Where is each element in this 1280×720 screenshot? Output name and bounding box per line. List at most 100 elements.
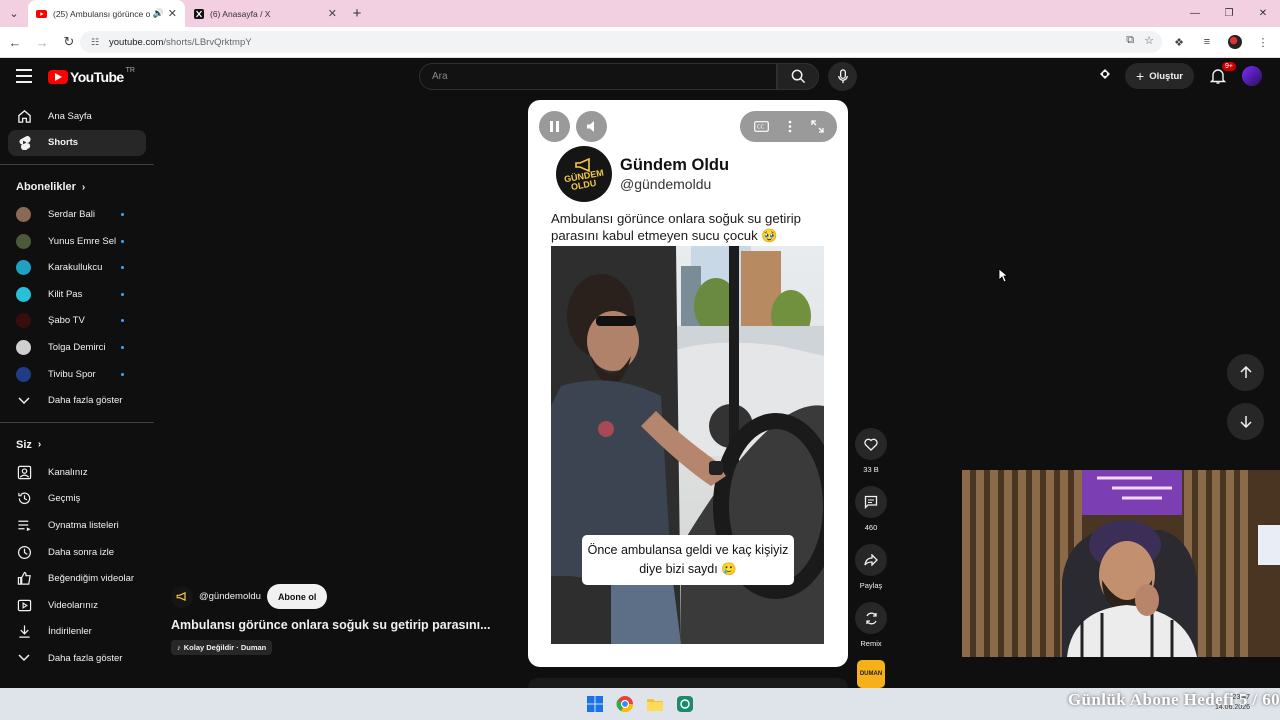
- sidebar-subscription-item[interactable]: Tolga Demirci: [8, 334, 146, 361]
- sidebar-subscription-item[interactable]: Şabo TV: [8, 308, 146, 335]
- short-title[interactable]: Ambulansı görünce onlara soğuk su getiri…: [171, 618, 501, 632]
- channel-name[interactable]: @gündemoldu: [199, 591, 261, 602]
- new-tab-button[interactable]: +: [345, 0, 369, 27]
- sidebar-subscription-item[interactable]: Yunus Emre Sel: [8, 228, 146, 255]
- sidebar-item-label: Kanalınız: [48, 466, 88, 478]
- browser-toolbar: ← → ↻ ☷ youtube.com/shorts/LBrvQrktmpY ⧉…: [0, 27, 1280, 58]
- youtube-play-icon: [48, 70, 68, 84]
- shorts-player[interactable]: CC GÜNDEM OLDU Gündem Oldu @gündemoldu A…: [528, 100, 848, 667]
- bookmark-star-icon[interactable]: ☆: [1144, 34, 1154, 47]
- media-control-icon[interactable]: ≡: [1196, 31, 1218, 53]
- pause-button[interactable]: [539, 111, 570, 142]
- caption-line1: Önce ambulansa geldi ve kaç kişiyiz: [587, 543, 789, 557]
- volume-button[interactable]: [576, 111, 607, 142]
- you-heading[interactable]: Siz ›: [0, 431, 154, 459]
- sidebar-subscription-item[interactable]: Tivibu Spor: [8, 361, 146, 388]
- chevron-right-icon: ›: [37, 439, 42, 451]
- voice-search-button[interactable]: [828, 62, 857, 91]
- sidebar-item-liked[interactable]: Beğendiğim videolar: [8, 565, 146, 592]
- tab-close-icon[interactable]: ✕: [328, 7, 337, 20]
- fullscreen-icon[interactable]: [810, 120, 824, 133]
- chrome-icon[interactable]: [614, 693, 636, 715]
- video-frame: Önce ambulansa geldi ve kaç kişiyiz diye…: [551, 246, 824, 644]
- windows-start-icon[interactable]: [584, 693, 606, 715]
- sidebar-item-history[interactable]: Geçmiş: [8, 486, 146, 513]
- show-more-subscriptions[interactable]: Daha fazla göster: [8, 387, 146, 414]
- home-icon: [16, 108, 32, 124]
- sidebar-item-label: Şabo TV: [48, 315, 85, 327]
- browser-tab-youtube[interactable]: (25) Ambulansı görünce on 🔊 ✕: [28, 0, 185, 27]
- sidebar-item-downloads[interactable]: İndirilenler: [8, 619, 146, 646]
- extensions-icon[interactable]: ❖: [1168, 31, 1190, 53]
- sidebar-subscription-item[interactable]: Kilit Pas: [8, 281, 146, 308]
- tab-search-button[interactable]: ⌄: [0, 0, 28, 27]
- search-input[interactable]: Ara: [419, 63, 777, 90]
- ai-sparkle-icon[interactable]: [1097, 66, 1113, 87]
- account-avatar[interactable]: [1242, 66, 1262, 86]
- channel-avatar: [16, 313, 31, 329]
- new-content-dot: [121, 319, 124, 323]
- action-rail: 33 B 460 Paylaş Remix DUMAN: [855, 428, 887, 688]
- close-window-icon[interactable]: ✕: [1246, 0, 1280, 27]
- share-button[interactable]: [855, 544, 887, 576]
- reload-icon[interactable]: ↻: [57, 30, 81, 54]
- comments-button[interactable]: [855, 486, 887, 518]
- sidebar-item-shorts[interactable]: Shorts: [8, 129, 146, 157]
- browser-tab-x[interactable]: (6) Anasayfa / X ✕: [185, 0, 345, 27]
- music-chip[interactable]: ♪ Kolay Değildir · Duman: [171, 640, 273, 655]
- sidebar-subscription-item[interactable]: Serdar Bali: [8, 201, 146, 228]
- next-short-button[interactable]: [1227, 403, 1264, 440]
- minimize-icon[interactable]: —: [1178, 0, 1212, 27]
- sidebar-item-channel[interactable]: Kanalınız: [8, 459, 146, 486]
- video-caption: Önce ambulansa geldi ve kaç kişiyiz diye…: [582, 535, 794, 585]
- streamer-webcam-image: [962, 470, 1280, 657]
- sidebar-item-playlists[interactable]: Oynatma listeleri: [8, 512, 146, 539]
- channel-avatar[interactable]: [171, 585, 193, 608]
- sidebar-item-watch-later[interactable]: Daha sonra izle: [8, 539, 146, 566]
- tab-audio-icon[interactable]: 🔊: [153, 8, 164, 19]
- new-content-dot: [121, 266, 124, 270]
- restore-icon[interactable]: ❐: [1212, 0, 1246, 27]
- back-icon[interactable]: ←: [3, 30, 27, 54]
- search-button[interactable]: [777, 63, 819, 90]
- share-label: Paylaş: [859, 581, 883, 590]
- subscribe-button[interactable]: Abone ol: [266, 584, 328, 609]
- address-bar[interactable]: ☷ youtube.com/shorts/LBrvQrktmpY ⧉ ☆: [80, 31, 1162, 53]
- sidebar-item-label: Oynatma listeleri: [48, 519, 119, 531]
- sidebar-item-label: Daha fazla göster: [48, 652, 123, 664]
- file-explorer-icon[interactable]: [644, 693, 666, 715]
- remix-icon: [865, 612, 877, 624]
- menu-icon[interactable]: [16, 69, 32, 83]
- playlists-icon: [16, 517, 32, 533]
- next-short-preview[interactable]: [528, 678, 848, 688]
- captions-icon[interactable]: CC: [753, 121, 769, 132]
- tweet-avatar: GÜNDEM OLDU: [556, 146, 612, 202]
- sidebar-item-home[interactable]: Ana Sayfa: [8, 103, 146, 130]
- url-path: /shorts/LBrvQrktmpY: [163, 36, 252, 48]
- browser-menu-icon[interactable]: ⋮: [1252, 31, 1274, 53]
- subscriptions-heading[interactable]: Abonelikler ›: [0, 173, 154, 201]
- pause-icon: [550, 121, 559, 132]
- create-button[interactable]: + Oluştur: [1125, 63, 1194, 89]
- forward-icon[interactable]: →: [30, 30, 54, 54]
- youtube-logo[interactable]: YouTube TR: [48, 67, 135, 85]
- search-icon: [791, 69, 805, 84]
- remix-button[interactable]: [855, 602, 887, 634]
- notifications-button[interactable]: 9+: [1206, 62, 1236, 88]
- like-button[interactable]: [855, 428, 887, 460]
- site-info-icon[interactable]: ☷: [88, 35, 102, 49]
- sidebar-item-label: Shorts: [48, 137, 79, 149]
- show-more-you[interactable]: Daha fazla göster: [8, 645, 146, 672]
- tab-close-icon[interactable]: ✕: [168, 7, 177, 20]
- previous-short-button[interactable]: [1227, 354, 1264, 391]
- chatgpt-app-icon[interactable]: [674, 693, 696, 715]
- cast-icon[interactable]: ⧉: [1126, 34, 1134, 47]
- more-options-icon[interactable]: [788, 120, 792, 133]
- sidebar-subscription-item[interactable]: Karakullukcu: [8, 254, 146, 281]
- profile-avatar[interactable]: [1224, 31, 1246, 53]
- divider: [0, 421, 154, 423]
- channel-row: @gündemoldu Abone ol: [171, 584, 328, 609]
- channel-avatar: [16, 286, 31, 302]
- music-thumbnail[interactable]: DUMAN: [857, 660, 885, 688]
- sidebar-item-your-videos[interactable]: Videolarınız: [8, 592, 146, 619]
